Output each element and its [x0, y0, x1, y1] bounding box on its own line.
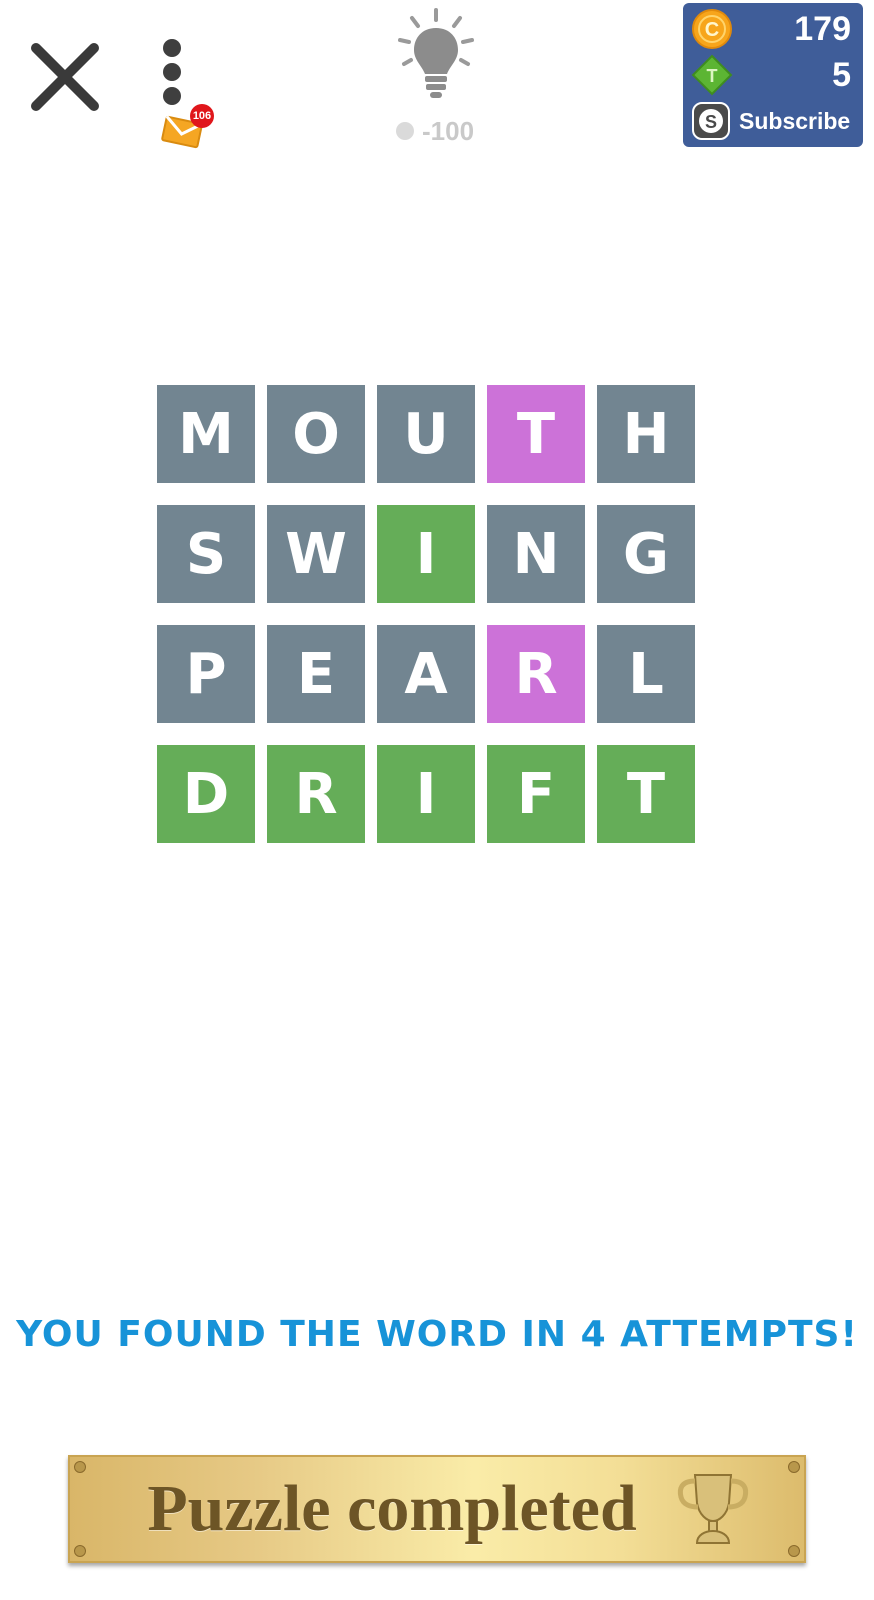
coin-icon: C — [692, 9, 732, 49]
letter-tile: R — [267, 745, 365, 843]
puzzle-completed-plaque: Puzzle completed — [68, 1455, 806, 1563]
tokens-row[interactable]: T 5 — [691, 53, 851, 97]
screw-icon — [788, 1545, 800, 1557]
hint-cost-dot — [396, 122, 414, 140]
letter-tile: T — [597, 745, 695, 843]
hint-cost-value: -100 — [422, 115, 475, 146]
currency-panel: C 179 T 5 S Subscribe — [683, 3, 863, 147]
game-board: M O U T H S W I N G P E A R L D R I F T — [157, 385, 697, 865]
letter-tile: E — [267, 625, 365, 723]
subscribe-button[interactable]: S Subscribe — [691, 99, 851, 143]
close-button[interactable] — [28, 40, 102, 114]
guess-row: P E A R L — [157, 625, 697, 723]
plaque-label: Puzzle completed — [147, 1472, 637, 1545]
lightbulb-icon — [398, 8, 474, 98]
letter-tile: F — [487, 745, 585, 843]
letter-tile: G — [597, 505, 695, 603]
screw-icon — [788, 1461, 800, 1473]
tokens-value: 5 — [832, 55, 851, 94]
letter-tile: S — [157, 505, 255, 603]
letter-tile: T — [487, 385, 585, 483]
letter-tile: D — [157, 745, 255, 843]
hint-button[interactable] — [396, 6, 476, 106]
subscribe-label: Subscribe — [739, 107, 851, 134]
letter-tile: A — [377, 625, 475, 723]
mail-button[interactable]: 106 — [160, 104, 216, 152]
mail-count-badge: 106 — [190, 104, 214, 128]
coins-row[interactable]: C 179 — [691, 7, 851, 51]
coin-letter: C — [705, 19, 719, 41]
letter-tile: I — [377, 745, 475, 843]
coins-value: 179 — [794, 9, 851, 48]
letter-tile: P — [157, 625, 255, 723]
close-icon — [31, 43, 99, 111]
guess-row: D R I F T — [157, 745, 697, 843]
letter-tile: U — [377, 385, 475, 483]
letter-tile: M — [157, 385, 255, 483]
letter-tile: H — [597, 385, 695, 483]
letter-tile: R — [487, 625, 585, 723]
subscribe-icon: S — [692, 102, 730, 140]
result-message: YOU FOUND THE WORD IN 4 ATTEMPTS! — [16, 1314, 858, 1355]
more-vert-icon — [163, 39, 181, 105]
letter-tile: L — [597, 625, 695, 723]
letter-tile: N — [487, 505, 585, 603]
letter-tile: I — [377, 505, 475, 603]
letter-tile: O — [267, 385, 365, 483]
more-options-button[interactable] — [150, 38, 194, 110]
token-letter: T — [707, 66, 718, 86]
guess-row: M O U T H — [157, 385, 697, 483]
screw-icon — [74, 1461, 86, 1473]
hint-cost: -100 — [396, 114, 496, 148]
token-icon: T — [691, 54, 733, 96]
letter-tile: W — [267, 505, 365, 603]
trophy-icon — [677, 1474, 749, 1544]
guess-row: S W I N G — [157, 505, 697, 603]
screw-icon — [74, 1545, 86, 1557]
subscribe-letter: S — [705, 112, 717, 132]
